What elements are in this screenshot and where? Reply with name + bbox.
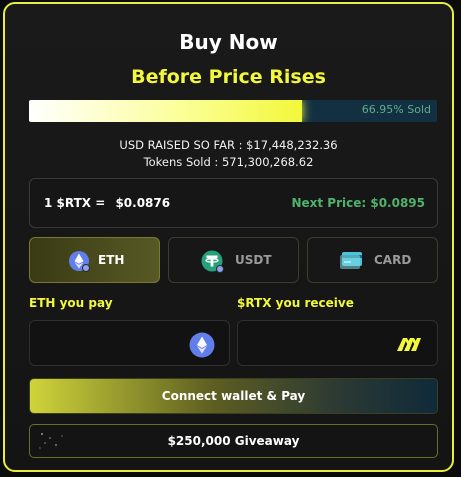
eth-icon	[189, 332, 215, 358]
tab-usdt-label: USDT	[235, 253, 272, 267]
usd-raised-text: USD RAISED SO FAR : $17,448,232.36	[119, 138, 338, 152]
receive-field-label: $RTX you receive	[237, 296, 354, 310]
current-price-value: $0.0876	[115, 196, 171, 210]
presale-widget: Buy Now Before Price Rises 66.95% Sold U…	[3, 2, 454, 472]
card-icon	[340, 251, 364, 271]
tab-eth[interactable]: ETH	[29, 237, 160, 283]
rtx-logo-icon	[397, 336, 423, 352]
sale-progress-bar: 66.95% Sold	[29, 100, 437, 122]
giveaway-button[interactable]: $250,000 Giveaway	[29, 424, 438, 458]
tab-eth-label: ETH	[98, 253, 125, 267]
tab-card[interactable]: CARD	[307, 237, 438, 283]
sale-progress-label: 66.95% Sold	[361, 103, 431, 116]
next-price-label: Next Price:	[291, 196, 367, 210]
eth-pay-field[interactable]	[29, 320, 230, 366]
eth-pay-input[interactable]	[38, 329, 182, 359]
page-title: Buy Now	[179, 30, 278, 54]
pay-field-label: ETH you pay	[29, 296, 113, 310]
payment-method-tabs: ETH USDT CARD	[29, 237, 438, 285]
connect-wallet-pay-button[interactable]: Connect wallet & Pay	[29, 378, 438, 414]
rtx-receive-input[interactable]	[246, 329, 390, 359]
price-info-box: 1 $RTX = $0.0876 Next Price: $0.0895	[29, 178, 438, 228]
giveaway-label: $250,000 Giveaway	[167, 434, 300, 448]
page-subtitle: Before Price Rises	[131, 66, 326, 88]
tab-usdt[interactable]: USDT	[168, 237, 299, 283]
tokens-sold-text: Tokens Sold : 571,300,268.62	[143, 155, 314, 169]
tab-card-label: CARD	[374, 253, 412, 267]
next-price: Next Price: $0.0895	[291, 196, 425, 210]
current-price: 1 $RTX = $0.0876	[44, 196, 170, 210]
eth-icon	[68, 250, 90, 272]
usdt-icon	[201, 250, 225, 274]
sparkle-icon	[36, 429, 70, 453]
sale-progress-fill	[29, 100, 303, 122]
current-price-label: 1 $RTX =	[44, 196, 106, 210]
next-price-value: $0.0895	[370, 196, 425, 210]
rtx-receive-field[interactable]	[237, 320, 438, 366]
